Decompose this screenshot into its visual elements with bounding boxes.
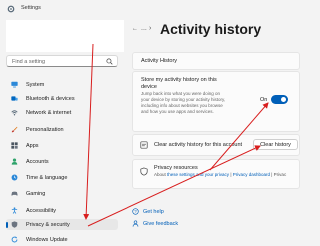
- sidebar-item-bluetooth-devices[interactable]: Bluetooth & devices: [6, 93, 118, 104]
- sidebar-item-label: Apps: [26, 142, 39, 149]
- sidebar-item-personalization[interactable]: Personalization: [6, 124, 118, 135]
- brush-icon: [11, 126, 18, 133]
- globe-clock-icon: [11, 174, 18, 181]
- sidebar-item-label: Personalization: [26, 126, 64, 133]
- bluetooth-icon: [11, 96, 18, 101]
- title-bar: Settings: [0, 0, 300, 18]
- privacy-settings-link[interactable]: these settings and your privacy: [167, 172, 229, 177]
- breadcrumb-parent[interactable]: ...: [141, 25, 147, 32]
- update-icon: [11, 236, 18, 243]
- settings-gear-icon: [7, 5, 15, 13]
- back-icon[interactable]: ←: [132, 26, 138, 32]
- sidebar-item-label: System: [26, 81, 45, 88]
- history-icon: [140, 141, 148, 149]
- monitor-icon: [11, 81, 18, 88]
- store-activity-title: Store my activity history on this device: [141, 77, 217, 90]
- toggle-state-label: On: [260, 97, 268, 103]
- give-feedback-link[interactable]: Give feedback: [143, 221, 178, 227]
- clear-history-button[interactable]: Clear history: [253, 139, 298, 150]
- search-icon: [106, 58, 113, 65]
- clear-activity-label: Clear activity history for this account: [154, 142, 243, 148]
- section-label: Activity History: [141, 58, 178, 64]
- sidebar-item-label: Gaming: [26, 190, 46, 197]
- app-title: Settings: [21, 5, 41, 11]
- sidebar-item-label: Windows Update: [26, 236, 68, 243]
- accessibility-icon: [11, 207, 18, 214]
- store-activity-description: Jump back into what you were doing on yo…: [141, 91, 226, 114]
- sidebar-item-label: Accessibility: [26, 207, 56, 214]
- privacy-resources-title: Privacy resources: [154, 165, 198, 171]
- feedback-icon: [132, 220, 139, 227]
- selected-indicator: [6, 222, 8, 228]
- apps-icon: [11, 142, 18, 149]
- sidebar-item-accessibility[interactable]: Accessibility: [6, 205, 118, 216]
- sidebar-item-apps[interactable]: Apps: [6, 140, 118, 151]
- sidebar-item-label: Bluetooth & devices: [26, 95, 75, 102]
- controller-icon: [11, 191, 18, 196]
- page-title: Activity history: [160, 21, 262, 37]
- get-help-link[interactable]: Get help: [143, 209, 164, 215]
- store-activity-toggle[interactable]: [271, 95, 288, 104]
- privacy-prefix: About: [154, 172, 168, 177]
- privacy-suffix: | Privac: [270, 172, 287, 177]
- profile-card[interactable]: [6, 20, 124, 52]
- person-icon: [11, 158, 18, 165]
- svg-text:?: ?: [134, 209, 137, 214]
- wifi-icon: [11, 110, 18, 116]
- help-icon: ?: [132, 208, 139, 215]
- toggle-knob: [281, 97, 286, 102]
- sidebar-item-system[interactable]: System: [6, 79, 118, 90]
- sidebar-item-time-language[interactable]: Time & language: [6, 172, 118, 183]
- sidebar-item-label: Time & language: [26, 174, 68, 181]
- sidebar-item-network-internet[interactable]: Network & internet: [6, 107, 118, 118]
- sidebar-item-windows-update[interactable]: Windows Update: [6, 234, 118, 245]
- sidebar-item-gaming[interactable]: Gaming: [6, 188, 118, 199]
- sidebar-item-label: Privacy & security: [26, 221, 70, 228]
- sidebar-item-accounts[interactable]: Accounts: [6, 156, 118, 167]
- sidebar-item-label: Accounts: [26, 158, 49, 165]
- sidebar-item-label: Network & internet: [26, 109, 72, 116]
- privacy-shield-icon: [140, 167, 148, 176]
- activity-history-section-card: Activity History: [132, 52, 300, 70]
- shield-icon: [11, 221, 18, 228]
- breadcrumb-separator: ›: [149, 25, 152, 32]
- search-placeholder: Find a setting: [12, 59, 46, 65]
- search-input[interactable]: Find a setting: [6, 55, 118, 67]
- privacy-resources-links: About these settings and your privacy | …: [154, 172, 286, 177]
- sidebar-item-privacy-security[interactable]: Privacy & security: [6, 219, 118, 230]
- privacy-dashboard-link[interactable]: Privacy dashboard: [233, 172, 270, 177]
